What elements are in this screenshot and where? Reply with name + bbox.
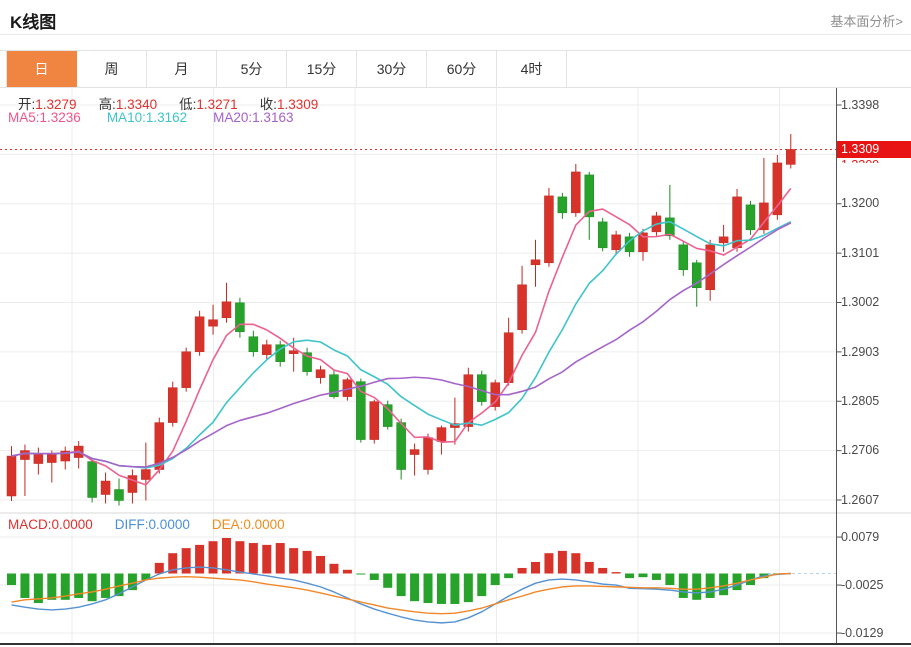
occluded-price-label: 1.3309 bbox=[841, 158, 901, 163]
macd-item-0: MACD:0.0000 bbox=[8, 517, 93, 532]
price-tick-1: 1.3200 bbox=[841, 196, 909, 211]
macd-tick-2: -0.0129 bbox=[841, 626, 909, 641]
ma-item-2: MA20:1.3163 bbox=[213, 110, 293, 125]
price-tick-5: 1.2805 bbox=[841, 394, 909, 409]
macd-item-1: DIFF:0.0000 bbox=[115, 517, 190, 532]
kline-widget: K线图 基本面分析> 日周月5分15分30分60分4时 开:1.3279高:1.… bbox=[0, 0, 911, 647]
macd-item-2: DEA:0.0000 bbox=[212, 517, 285, 532]
price-tick-7: 1.2607 bbox=[841, 493, 909, 508]
price-tick-0: 1.3398 bbox=[841, 98, 909, 113]
price-tick-3: 1.3002 bbox=[841, 295, 909, 310]
macd-tick-1: -0.0025 bbox=[841, 578, 909, 593]
price-tick-6: 1.2706 bbox=[841, 443, 909, 458]
ma-legend: MA5:1.3236 MA10:1.3162 MA20:1.3163 bbox=[8, 110, 293, 125]
ma-item-0: MA5:1.3236 bbox=[8, 110, 81, 125]
macd-tick-0: 0.0079 bbox=[841, 530, 909, 545]
price-tick-4: 1.2903 bbox=[841, 345, 909, 360]
macd-legend: MACD:0.0000 DIFF:0.0000 DEA:0.0000 bbox=[8, 517, 285, 532]
current-price-badge: 1.3309 bbox=[837, 141, 911, 158]
ma-item-1: MA10:1.3162 bbox=[107, 110, 187, 125]
price-tick-2: 1.3101 bbox=[841, 246, 909, 261]
